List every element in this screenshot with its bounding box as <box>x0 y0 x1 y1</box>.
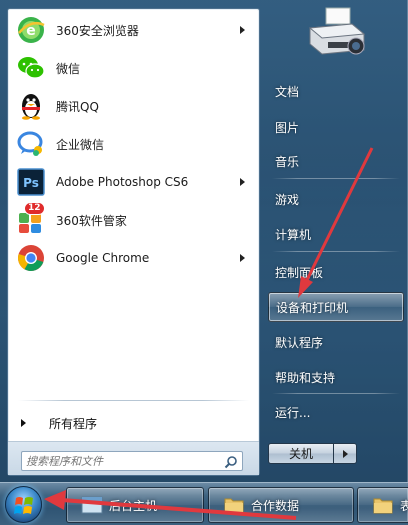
qq-penguin-icon <box>15 90 47 122</box>
program-label: 企业微信 <box>56 137 105 152</box>
triangle-right-icon <box>21 419 26 427</box>
all-programs-button[interactable]: 所有程序 <box>18 411 250 435</box>
program-item-photoshop[interactable]: Ps Adobe Photoshop CS6 <box>10 163 257 201</box>
divider <box>272 393 400 394</box>
program-label: 腾讯QQ <box>56 99 99 114</box>
right-item-label: 文档 <box>275 84 300 99</box>
search-icon[interactable] <box>224 455 238 469</box>
divider <box>272 251 400 252</box>
search-box[interactable] <box>21 451 243 471</box>
chrome-icon <box>15 242 47 274</box>
user-picture-printer[interactable] <box>304 6 368 66</box>
program-label: 360软件管家 <box>56 213 127 228</box>
submenu-arrow-icon[interactable] <box>240 178 245 186</box>
program-item-qq[interactable]: 腾讯QQ <box>10 87 257 125</box>
taskbar-button-label: 后台主机 <box>109 498 158 513</box>
shutdown-button[interactable]: 关机 <box>268 443 334 464</box>
submenu-arrow-icon[interactable] <box>240 26 245 34</box>
divider <box>272 178 400 179</box>
right-item-control-panel[interactable]: 控制面板 <box>268 257 404 287</box>
program-label: 微信 <box>56 61 81 76</box>
right-item-label: 运行... <box>275 405 311 420</box>
taskbar-button-folder[interactable]: 合作数据 <box>208 487 354 523</box>
taskbar: 后台主机 合作数据 表 <box>0 482 408 525</box>
right-item-games[interactable]: 游戏 <box>268 184 404 214</box>
start-menu-programs-pane: e 360安全浏览器 微信 腾讯QQ 企业微信 Ps Adobe Photosh… <box>7 8 260 476</box>
right-item-label: 图片 <box>275 120 300 135</box>
right-item-run[interactable]: 运行... <box>268 397 404 427</box>
right-item-music[interactable]: 音乐 <box>268 146 404 176</box>
folder-icon <box>372 494 394 516</box>
right-item-label: 帮助和支持 <box>275 370 336 385</box>
right-item-label: 音乐 <box>275 154 300 169</box>
program-item-google-chrome[interactable]: Google Chrome <box>10 239 257 277</box>
right-item-label: 游戏 <box>275 192 300 207</box>
taskbar-button-folder-2[interactable]: 表 <box>357 487 408 523</box>
submenu-arrow-icon[interactable] <box>240 254 245 262</box>
taskbar-button-window[interactable]: 后台主机 <box>66 487 204 523</box>
start-menu: e 360安全浏览器 微信 腾讯QQ 企业微信 Ps Adobe Photosh… <box>0 0 408 482</box>
program-label: Adobe Photoshop CS6 <box>56 175 189 189</box>
printer-icon <box>308 7 366 55</box>
right-item-devices-and-printers[interactable]: 设备和打印机 <box>268 292 404 322</box>
shutdown-label: 关机 <box>288 447 313 461</box>
program-item-wecom[interactable]: 企业微信 <box>10 125 257 163</box>
right-item-help-and-support[interactable]: 帮助和支持 <box>268 362 404 392</box>
right-item-default-programs[interactable]: 默认程序 <box>268 327 404 357</box>
triangle-right-icon <box>343 450 348 458</box>
taskbar-button-label: 表 <box>400 497 408 514</box>
right-item-label: 计算机 <box>275 227 312 242</box>
taskbar-button-label: 合作数据 <box>251 498 300 513</box>
all-programs-label: 所有程序 <box>49 416 98 431</box>
notification-badge: 12 <box>24 202 45 215</box>
pinned-programs-list: e 360安全浏览器 微信 腾讯QQ 企业微信 Ps Adobe Photosh… <box>10 11 257 277</box>
360-software-manager-icon: 12 <box>15 202 47 236</box>
right-item-label: 控制面板 <box>275 265 324 280</box>
search-input[interactable] <box>26 453 216 469</box>
program-label: 360安全浏览器 <box>56 23 139 38</box>
svg-text:Ps: Ps <box>23 176 39 190</box>
right-item-documents[interactable]: 文档 <box>268 76 404 106</box>
program-item-wechat[interactable]: 微信 <box>10 49 257 87</box>
right-item-label: 设备和打印机 <box>276 300 349 315</box>
start-button[interactable] <box>5 486 42 523</box>
program-item-360-browser[interactable]: e 360安全浏览器 <box>10 11 257 49</box>
divider <box>18 400 249 401</box>
photoshop-icon: Ps <box>15 166 47 198</box>
shutdown-options-button[interactable] <box>334 443 357 464</box>
right-item-label: 默认程序 <box>275 335 324 350</box>
folder-icon <box>223 494 245 516</box>
search-area <box>8 441 259 475</box>
right-item-computer[interactable]: 计算机 <box>268 219 404 249</box>
windows-logo-icon <box>14 497 33 514</box>
program-label: Google Chrome <box>56 251 150 265</box>
wecom-icon <box>15 128 47 160</box>
360-browser-icon: e <box>15 14 47 46</box>
right-item-pictures[interactable]: 图片 <box>268 112 404 142</box>
wechat-icon <box>15 52 47 84</box>
program-item-360-software-manager[interactable]: 12 360软件管家 <box>10 201 257 239</box>
app-window-icon <box>81 494 103 516</box>
